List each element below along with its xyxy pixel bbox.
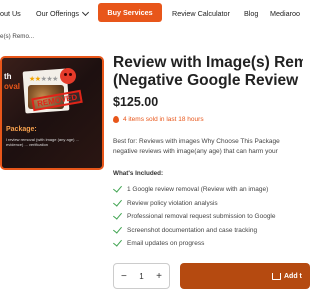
product-image-text-line2: oval xyxy=(4,82,21,91)
product-description-line2: negative reviews with image(any age) tha… xyxy=(113,148,278,155)
included-item-text: 1 Google review removal (Review with an … xyxy=(127,186,269,194)
check-icon xyxy=(113,197,122,207)
nav-our-offerings-label: Our Offerings xyxy=(36,9,80,18)
included-item-text: Screenshot documentation and case tracki… xyxy=(127,226,258,234)
nav-about-us[interactable]: out Us xyxy=(0,9,21,18)
chevron-down-icon xyxy=(81,8,90,16)
quantity-stepper: − 1 + xyxy=(113,263,170,289)
check-icon xyxy=(113,183,122,193)
decrease-quantity-button[interactable]: − xyxy=(121,271,127,282)
quantity-value[interactable]: 1 xyxy=(139,272,143,281)
increase-quantity-button[interactable]: + xyxy=(156,271,162,282)
product-image[interactable]: th oval ★★★★★ REMOVED Package: l review … xyxy=(0,56,104,170)
fire-icon xyxy=(113,116,119,123)
included-item: Professional removal request submission … xyxy=(113,210,303,224)
product-description-line1: Best for: Reviews with images Why Choose… xyxy=(113,138,280,145)
product-image-package-label: Package: xyxy=(6,126,37,133)
buy-services-button[interactable]: Buy Services xyxy=(98,3,162,22)
product-title-line2: (Negative Google Review xyxy=(113,72,299,89)
rating-stars-icon: ★★★★★ xyxy=(29,76,58,83)
check-icon xyxy=(113,224,122,234)
check-icon xyxy=(113,210,122,220)
product-title: Review with Image(s) Rem (Negative Googl… xyxy=(113,54,303,90)
included-list: 1 Google review removal (Review with an … xyxy=(113,183,303,251)
top-navigation: out Us Our Offerings Buy Services Review… xyxy=(0,0,300,27)
included-item: Email updates on progress xyxy=(113,237,303,251)
product-description: Best for: Reviews with images Why Choose… xyxy=(113,137,303,157)
sold-count-text: 4 items sold in last 18 hours xyxy=(123,116,204,123)
add-to-cart-button[interactable]: Add t xyxy=(180,263,310,289)
product-title-line1: Review with Image(s) Rem xyxy=(113,54,303,71)
nav-review-calculator[interactable]: Review Calculator xyxy=(172,9,230,18)
add-to-cart-label: Add t xyxy=(284,272,302,280)
cart-icon xyxy=(272,272,281,280)
angry-face-icon xyxy=(60,68,76,84)
product-image-text-line1: th xyxy=(4,72,12,81)
product-price: $125.00 xyxy=(113,95,159,109)
included-item: Screenshot documentation and case tracki… xyxy=(113,224,303,238)
included-item: Review policy violation analysis xyxy=(113,197,303,211)
nav-mediaroo[interactable]: Mediaroo xyxy=(270,9,300,18)
included-item: 1 Google review removal (Review with an … xyxy=(113,183,303,197)
included-item-text: Email updates on progress xyxy=(127,240,205,248)
included-item-text: Professional removal request submission … xyxy=(127,213,276,221)
sold-count: 4 items sold in last 18 hours xyxy=(113,116,204,123)
product-image-description: l review removal (with image (any age) .… xyxy=(6,137,79,147)
included-heading: What's Included: xyxy=(113,170,164,177)
nav-blog[interactable]: Blog xyxy=(244,9,258,18)
nav-our-offerings[interactable]: Our Offerings xyxy=(36,8,90,18)
check-icon xyxy=(113,237,122,247)
breadcrumb[interactable]: e(s) Remo... xyxy=(0,33,34,40)
included-item-text: Review policy violation analysis xyxy=(127,199,218,207)
